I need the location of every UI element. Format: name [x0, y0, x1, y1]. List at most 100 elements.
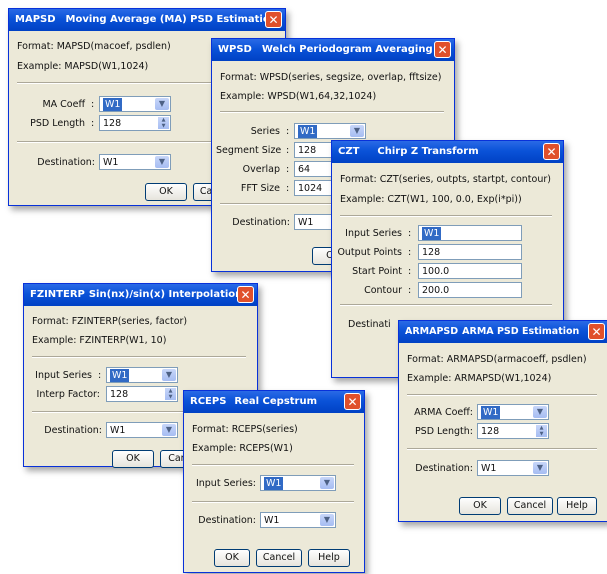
rceps-dialog: RCEPS Real Cepstrum ✕ Format: RCEPS(serie…: [183, 390, 365, 573]
divider: [407, 394, 597, 396]
wpsd-format: Format: WPSD(series, segsize, overlap, f…: [220, 72, 442, 83]
ok-button[interactable]: OK: [145, 183, 187, 201]
chevron-down-icon[interactable]: ▼: [320, 477, 334, 489]
czt-input-field[interactable]: W1: [418, 225, 522, 241]
armapsd-coef-value: W1: [481, 406, 501, 419]
armapsd-title-long: ARMA PSD Estimation: [462, 326, 580, 337]
czt-start-label: Start Point: [352, 266, 402, 277]
rceps-title-long: Real Cepstrum: [234, 396, 318, 407]
rceps-titlebar[interactable]: RCEPS Real Cepstrum ✕: [184, 391, 364, 413]
rceps-input-combo[interactable]: W1 ▼: [260, 475, 336, 491]
close-icon[interactable]: ✕: [344, 393, 361, 410]
wpsd-titlebar[interactable]: WPSD Welch Periodogram Averaging ✕: [212, 39, 454, 61]
close-icon[interactable]: ✕: [265, 11, 282, 28]
mapsd-len-value: 128: [103, 118, 122, 129]
fzinterp-input-value: W1: [110, 369, 130, 382]
rceps-input-label: Input Series:: [195, 478, 256, 489]
rceps-input-value: W1: [264, 477, 284, 490]
fzinterp-factor-value: 128: [110, 389, 129, 400]
mapsd-dest-combo[interactable]: W1 ▼: [99, 154, 171, 170]
mapsd-coef-combo[interactable]: W1 ▼: [99, 96, 171, 112]
armapsd-coef-label: ARMA Coeff:: [414, 407, 473, 418]
czt-input-label: Input Series: [345, 228, 402, 239]
wpsd-example: Example: WPSD(W1,64,32,1024): [220, 91, 377, 102]
armapsd-title-short: ARMAPSD: [405, 326, 459, 337]
cancel-button[interactable]: Cancel: [507, 497, 553, 515]
armapsd-len-value: 128: [481, 426, 500, 437]
wpsd-segsize-field[interactable]: 128: [294, 142, 334, 158]
fzinterp-dest-combo[interactable]: W1 ▼: [106, 422, 178, 438]
wpsd-fft-label: FFT Size: [240, 183, 280, 194]
armapsd-len-spinner[interactable]: 128 ▲ ▼: [477, 423, 549, 439]
czt-contour-field[interactable]: 200.0: [418, 282, 522, 298]
wpsd-dest-label: Destination:: [232, 217, 290, 228]
czt-format: Format: CZT(series, outpts, startpt, con…: [340, 174, 551, 185]
czt-start-value: 100.0: [422, 266, 450, 277]
czt-titlebar[interactable]: CZT Chirp Z Transform ✕: [332, 141, 563, 163]
armapsd-dest-combo[interactable]: W1 ▼: [477, 460, 549, 476]
fzinterp-input-combo[interactable]: W1 ▼: [106, 367, 178, 383]
mapsd-len-label: PSD Length: [30, 118, 85, 129]
armapsd-format: Format: ARMAPSD(armacoeff, psdlen): [407, 354, 587, 365]
chevron-down-icon[interactable]: ▼: [155, 156, 169, 168]
divider: [192, 464, 354, 466]
armapsd-titlebar[interactable]: ARMAPSD ARMA PSD Estimation ✕: [399, 321, 607, 343]
armapsd-dest-label: Destination:: [415, 463, 473, 474]
rceps-format: Format: RCEPS(series): [192, 424, 298, 435]
divider: [407, 448, 597, 450]
help-button[interactable]: Help: [308, 549, 350, 567]
fzinterp-title-short: FZINTERP: [30, 289, 85, 300]
wpsd-title-short: WPSD: [218, 44, 252, 55]
chevron-down-icon[interactable]: ▼: [162, 369, 176, 381]
chevron-down-icon[interactable]: ▼: [162, 424, 176, 436]
wpsd-overlap-value: 64: [298, 164, 311, 175]
czt-contour-value: 200.0: [422, 285, 450, 296]
wpsd-series-combo[interactable]: W1 ▼: [294, 123, 366, 139]
chevron-down-icon[interactable]: ▼: [320, 514, 334, 526]
spinner-arrows-icon[interactable]: ▲ ▼: [536, 425, 547, 437]
wpsd-title-long: Welch Periodogram Averaging: [261, 44, 433, 55]
fzinterp-example: Example: FZINTERP(W1, 10): [32, 335, 167, 346]
cancel-button[interactable]: Cancel: [256, 549, 302, 567]
fzinterp-title-long: Sin(nx)/sin(x) Interpolation: [88, 289, 243, 300]
help-button[interactable]: Help: [557, 497, 597, 515]
czt-outpts-field[interactable]: 128: [418, 244, 522, 260]
chevron-down-icon[interactable]: ▼: [533, 406, 547, 418]
rceps-title-short: RCEPS: [190, 396, 227, 407]
spinner-arrows-icon[interactable]: ▲ ▼: [165, 388, 176, 400]
ok-button[interactable]: OK: [112, 450, 154, 468]
close-icon[interactable]: ✕: [543, 143, 560, 160]
fzinterp-factor-label: Interp Factor:: [36, 389, 100, 400]
ok-button[interactable]: OK: [459, 497, 501, 515]
armapsd-dialog: ARMAPSD ARMA PSD Estimation ✕ Format: ARM…: [398, 320, 607, 522]
armapsd-dest-value: W1: [481, 463, 497, 474]
rceps-dest-combo[interactable]: W1 ▼: [260, 512, 336, 528]
wpsd-fft-field[interactable]: 1024: [294, 180, 334, 196]
spinner-arrows-icon[interactable]: ▲ ▼: [158, 117, 169, 129]
wpsd-overlap-field[interactable]: 64: [294, 161, 334, 177]
czt-start-field[interactable]: 100.0: [418, 263, 522, 279]
wpsd-series-label: Series: [250, 126, 280, 137]
divider: [192, 501, 354, 503]
mapsd-coef-value: W1: [103, 98, 123, 111]
fzinterp-titlebar[interactable]: FZINTERP Sin(nx)/sin(x) Interpolation ✕: [24, 284, 257, 306]
chevron-down-icon[interactable]: ▼: [350, 125, 364, 137]
ok-button[interactable]: OK: [214, 549, 250, 567]
close-icon[interactable]: ✕: [588, 323, 605, 340]
czt-title-long: Chirp Z Transform: [377, 146, 479, 157]
chevron-down-icon[interactable]: ▼: [533, 462, 547, 474]
armapsd-coef-combo[interactable]: W1 ▼: [477, 404, 549, 420]
mapsd-title-long: Moving Average (MA) PSD Estimation: [65, 14, 277, 25]
wpsd-fft-value: 1024: [298, 183, 323, 194]
close-icon[interactable]: ✕: [434, 41, 451, 58]
fzinterp-factor-spinner[interactable]: 128 ▲ ▼: [106, 386, 178, 402]
wpsd-dest-value: W1: [298, 217, 314, 228]
mapsd-titlebar[interactable]: MAPSD Moving Average (MA) PSD Estimation …: [9, 9, 285, 31]
rceps-example: Example: RCEPS(W1): [192, 443, 293, 454]
mapsd-len-spinner[interactable]: 128 ▲ ▼: [99, 115, 171, 131]
close-icon[interactable]: ✕: [237, 286, 254, 303]
czt-input-value: W1: [422, 227, 442, 240]
fzinterp-format: Format: FZINTERP(series, factor): [32, 316, 188, 327]
czt-contour-label: Contour: [364, 285, 402, 296]
chevron-down-icon[interactable]: ▼: [155, 98, 169, 110]
